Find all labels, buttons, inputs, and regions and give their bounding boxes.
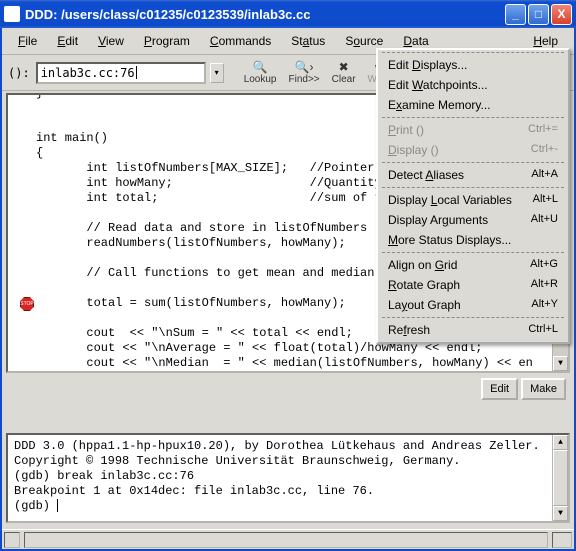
argument-dropdown[interactable]: ▾ bbox=[210, 63, 224, 83]
menu-item-display-local-variables[interactable]: Display Local VariablesAlt+L bbox=[378, 190, 568, 210]
clear-icon: ✖ bbox=[335, 60, 353, 74]
menu-status[interactable]: Status bbox=[281, 31, 335, 51]
scroll-down-icon[interactable]: ▼ bbox=[553, 506, 568, 521]
menu-commands[interactable]: Commands bbox=[200, 31, 281, 51]
source-line[interactable] bbox=[14, 371, 566, 373]
menu-item-display: Display ()Ctrl+- bbox=[378, 140, 568, 160]
edit-button[interactable]: Edit bbox=[481, 378, 518, 400]
menu-program[interactable]: Program bbox=[134, 31, 200, 51]
find-button[interactable]: 🔍›Find>> bbox=[283, 58, 326, 87]
scroll-up-icon[interactable]: ▲ bbox=[553, 435, 568, 450]
console-line: Copyright © 1998 Technische Universität … bbox=[14, 454, 562, 469]
menu-separator bbox=[382, 162, 564, 163]
menu-edit[interactable]: Edit bbox=[47, 31, 88, 51]
console-scrollbar[interactable]: ▲ ▼ bbox=[552, 435, 568, 521]
console-line: DDD 3.0 (hppa1.1-hp-hpux10.20), by Dorot… bbox=[14, 439, 562, 454]
source-line[interactable]: cout << "\nMedian = " << median(listOfNu… bbox=[14, 356, 566, 371]
make-button[interactable]: Make bbox=[521, 378, 566, 400]
statusbar bbox=[2, 529, 574, 549]
menu-file[interactable]: File bbox=[8, 31, 47, 51]
menu-separator bbox=[382, 187, 564, 188]
menu-separator bbox=[382, 317, 564, 318]
status-segment bbox=[24, 532, 548, 548]
close-button[interactable]: X bbox=[551, 4, 572, 25]
menu-item-edit-displays[interactable]: Edit Displays... bbox=[378, 55, 568, 75]
console-line: (gdb) bbox=[14, 499, 562, 514]
app-icon bbox=[4, 6, 20, 22]
menu-item-layout-graph[interactable]: Layout GraphAlt+Y bbox=[378, 295, 568, 315]
breakpoint-stop-icon[interactable]: STOP bbox=[20, 297, 34, 311]
window-title: DDD: /users/class/c01235/c0123539/inlab3… bbox=[25, 7, 505, 22]
scroll-thumb[interactable] bbox=[553, 450, 568, 506]
menu-separator bbox=[382, 117, 564, 118]
lookup-icon: 🔍 bbox=[251, 60, 269, 74]
window-body: FileEditViewProgramCommandsStatusSourceD… bbox=[0, 28, 576, 551]
status-segment bbox=[552, 532, 572, 548]
argument-label: (): bbox=[8, 66, 32, 80]
menu-tearoff[interactable] bbox=[382, 52, 564, 53]
menu-item-edit-watchpoints[interactable]: Edit Watchpoints... bbox=[378, 75, 568, 95]
clear-button[interactable]: ✖Clear bbox=[326, 58, 362, 87]
menu-item-refresh[interactable]: RefreshCtrl+L bbox=[378, 320, 568, 340]
menu-item-rotate-graph[interactable]: Rotate GraphAlt+R bbox=[378, 275, 568, 295]
find-icon: 🔍› bbox=[295, 60, 313, 74]
lookup-button[interactable]: 🔍Lookup bbox=[238, 58, 283, 87]
menu-item-more-status-displays[interactable]: More Status Displays... bbox=[378, 230, 568, 250]
titlebar[interactable]: DDD: /users/class/c01235/c0123539/inlab3… bbox=[0, 0, 576, 28]
data-menu-dropdown: Edit Displays...Edit Watchpoints...Exami… bbox=[376, 48, 570, 344]
menu-item-examine-memory[interactable]: Examine Memory... bbox=[378, 95, 568, 115]
menu-item-display-arguments[interactable]: Display ArgumentsAlt+U bbox=[378, 210, 568, 230]
console-line: (gdb) break inlab3c.cc:76 bbox=[14, 469, 562, 484]
argument-input[interactable]: inlab3c.cc:76 bbox=[36, 62, 206, 84]
menu-item-align-on-grid[interactable]: Align on GridAlt+G bbox=[378, 255, 568, 275]
maximize-button[interactable]: □ bbox=[528, 4, 549, 25]
minimize-button[interactable]: _ bbox=[505, 4, 526, 25]
menu-item-detect-aliases[interactable]: Detect AliasesAlt+A bbox=[378, 165, 568, 185]
argument-input-value: inlab3c.cc:76 bbox=[41, 66, 135, 80]
menu-view[interactable]: View bbox=[88, 31, 134, 51]
scroll-down-icon[interactable]: ▼ bbox=[553, 356, 568, 371]
menu-separator bbox=[382, 252, 564, 253]
menu-item-print: Print ()Ctrl+= bbox=[378, 120, 568, 140]
console-area[interactable]: DDD 3.0 (hppa1.1-hp-hpux10.20), by Dorot… bbox=[6, 433, 570, 523]
console-line: Breakpoint 1 at 0x14dec: file inlab3c.cc… bbox=[14, 484, 562, 499]
status-segment bbox=[4, 532, 20, 548]
